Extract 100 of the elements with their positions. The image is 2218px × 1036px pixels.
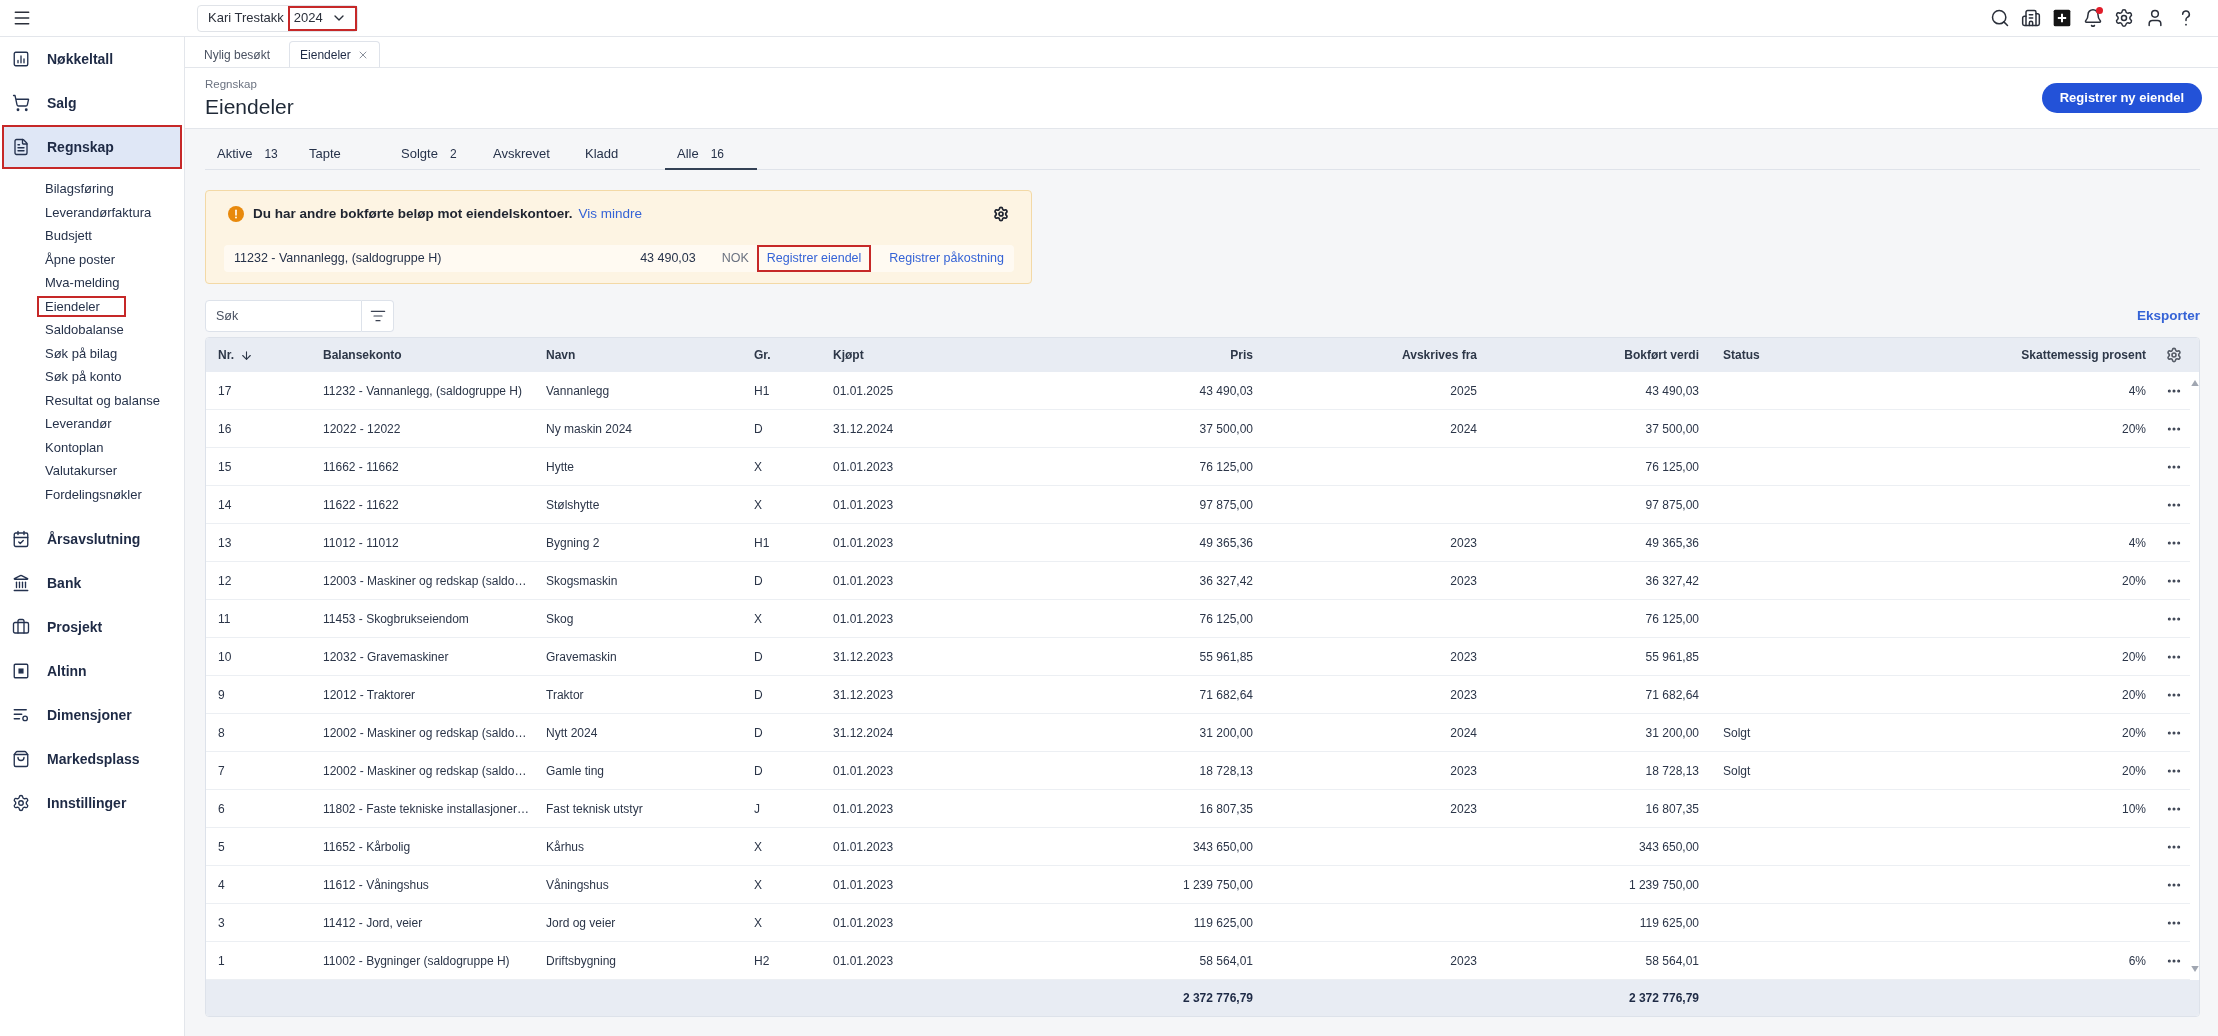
table-cell-text: 01.01.2023 [833, 572, 894, 590]
column-header[interactable]: Pris [1230, 346, 1253, 364]
register-asset-button[interactable]: Registrer ny eiendel [2041, 83, 2202, 113]
nav-subitem[interactable]: Mva-melding [37, 272, 128, 294]
filter-tab[interactable]: Kladd [573, 139, 665, 170]
table-cell-text: 343 650,00 [1192, 838, 1253, 856]
table-cell-text: 119 625,00 [1639, 914, 1699, 932]
table-cell-text: 01.01.2023 [833, 610, 894, 628]
nav-subitem[interactable]: Eiendeler [37, 295, 126, 317]
search-icon[interactable] [1990, 8, 2010, 28]
table-cell-text: 2023 [1450, 648, 1477, 666]
column-header[interactable]: Nr. [218, 346, 253, 364]
table-cell-text: 97 875,00 [1199, 496, 1253, 514]
table-cell-text: Skog [546, 610, 574, 628]
column-header[interactable]: Status [1723, 346, 1760, 364]
currency: NOK [721, 250, 749, 268]
table-cell-text: D [754, 572, 763, 590]
building-icon[interactable] [2021, 8, 2041, 28]
table-cell-text: 49 365,36 [1199, 534, 1253, 552]
table-cell-text: 01.01.2023 [833, 800, 894, 818]
filter-tab[interactable]: Solgte 2 [389, 139, 481, 170]
nav-subitem[interactable]: Budsjett [37, 225, 100, 247]
search-field[interactable]: Søk [205, 300, 362, 332]
column-header[interactable]: Avskrives fra [1402, 346, 1477, 364]
filter-tab[interactable]: Tapte [297, 139, 389, 170]
settings-icon[interactable] [993, 206, 1009, 222]
nav-subitem[interactable]: Søk på konto [37, 366, 130, 388]
table-cell-text: 01.01.2023 [833, 534, 894, 552]
nav-subitem[interactable]: Resultat og balanse [37, 389, 168, 411]
action-link[interactable]: Registrer påkostning [879, 245, 1014, 272]
calendar-icon [12, 530, 30, 548]
table-cell-text: Hytte [546, 458, 574, 476]
table-cell-text: 58 564,01 [1645, 952, 1699, 970]
table-cell-text: 12002 - Maskiner og redskap (saldo… [323, 762, 527, 780]
add-icon[interactable] [2052, 8, 2072, 28]
table-cell-text: 2023 [1450, 572, 1477, 590]
column-header[interactable]: Skattemessig prosent [2021, 346, 2146, 364]
column-header[interactable]: Gr. [754, 346, 771, 364]
page-tab[interactable]: Nylig besøkt [193, 41, 282, 67]
company-selector[interactable]: Kari Trestakk 2024 [197, 4, 358, 32]
table-cell-text: 31.12.2024 [833, 724, 894, 742]
user-icon[interactable] [2145, 8, 2165, 28]
table-cell-text: 2023 [1450, 952, 1477, 970]
column-header[interactable]: Balansekonto [323, 346, 402, 364]
table-cell-text: 13 [218, 534, 232, 552]
table-cell-text: 58 564,01 [1199, 952, 1253, 970]
table-cell-text: 11652 - Kårbolig [323, 838, 411, 856]
nav-subitem[interactable]: Valutakurser [37, 460, 125, 482]
table-cell-text: Ny maskin 2024 [546, 420, 633, 438]
table-cell-text: 11012 - 11012 [323, 534, 399, 552]
table-cell-text: X [754, 876, 762, 894]
sliders-icon [12, 706, 30, 724]
table-cell-text: 11453 - Skogbrukseiendom [323, 610, 469, 628]
table-cell-text: Solgt [1723, 762, 1751, 780]
action-link[interactable]: Registrer eiendel [756, 245, 872, 272]
table-cell-text: 01.01.2023 [833, 496, 894, 514]
table-cell-text: 01.01.2025 [833, 382, 894, 400]
table-cell-text: Bygning 2 [546, 534, 600, 552]
export-link[interactable]: Eksporter [2136, 305, 2200, 327]
table-cell-text: 20% [2121, 686, 2146, 704]
table-cell-text: 01.01.2023 [833, 838, 894, 856]
table-cell-text: 2025 [1450, 382, 1477, 400]
table-cell-text: 37 500,00 [1199, 420, 1253, 438]
table-cell-text: 2023 [1450, 534, 1477, 552]
page-title: Eiendeler [205, 93, 294, 120]
table-cell-text: X [754, 496, 762, 514]
nav-subitem[interactable]: Leverandørfaktura [37, 201, 160, 223]
nav-subitem[interactable]: Kontoplan [37, 436, 112, 458]
filter-tab[interactable]: Alle 16 [665, 139, 757, 170]
table-cell-text: X [754, 458, 762, 476]
nav-subitem[interactable]: Leverandør [37, 413, 120, 435]
nav-item[interactable]: Regnskap [2, 125, 182, 169]
settings-icon[interactable] [2114, 8, 2134, 28]
year-selector[interactable]: 2024 [287, 5, 357, 31]
page-tab[interactable]: Eiendeler [289, 41, 380, 67]
nav-subitem[interactable]: Fordelingsnøkler [37, 483, 150, 505]
table-cell-text: 2023 [1450, 686, 1477, 704]
table-cell-text: 36 327,42 [1199, 572, 1253, 590]
table-cell-text: 55 961,85 [1199, 648, 1253, 666]
filter-button[interactable] [362, 300, 394, 332]
show-less-link[interactable]: Vis mindre [578, 203, 643, 225]
column-header[interactable]: Bokført verdi [1624, 346, 1699, 364]
nav-subitem[interactable]: Bilagsføring [37, 178, 122, 200]
table-cell-text: 16 807,35 [1199, 800, 1253, 818]
table-cell-text: D [754, 724, 763, 742]
column-header[interactable]: Navn [546, 346, 576, 364]
bell-icon[interactable] [2083, 8, 2103, 28]
nav-subitem[interactable]: Åpne poster [37, 248, 124, 270]
table-cell-text: 01.01.2023 [833, 762, 894, 780]
table-cell-text: 01.01.2023 [833, 876, 894, 894]
table-cell-text: 12012 - Traktorer [323, 686, 416, 704]
filter-tab[interactable]: Avskrevet [481, 139, 573, 170]
filter-tab[interactable]: Aktive 13 [205, 139, 297, 170]
column-header[interactable]: Kjøpt [833, 346, 864, 364]
nav-subitem[interactable]: Søk på bilag [37, 342, 126, 364]
table-cell-text: 7 [218, 762, 225, 780]
menu-icon[interactable] [12, 8, 32, 28]
chart-icon [12, 50, 30, 68]
table-cell-text: 12 [218, 572, 232, 590]
nav-subitem[interactable]: Saldobalanse [37, 319, 132, 341]
